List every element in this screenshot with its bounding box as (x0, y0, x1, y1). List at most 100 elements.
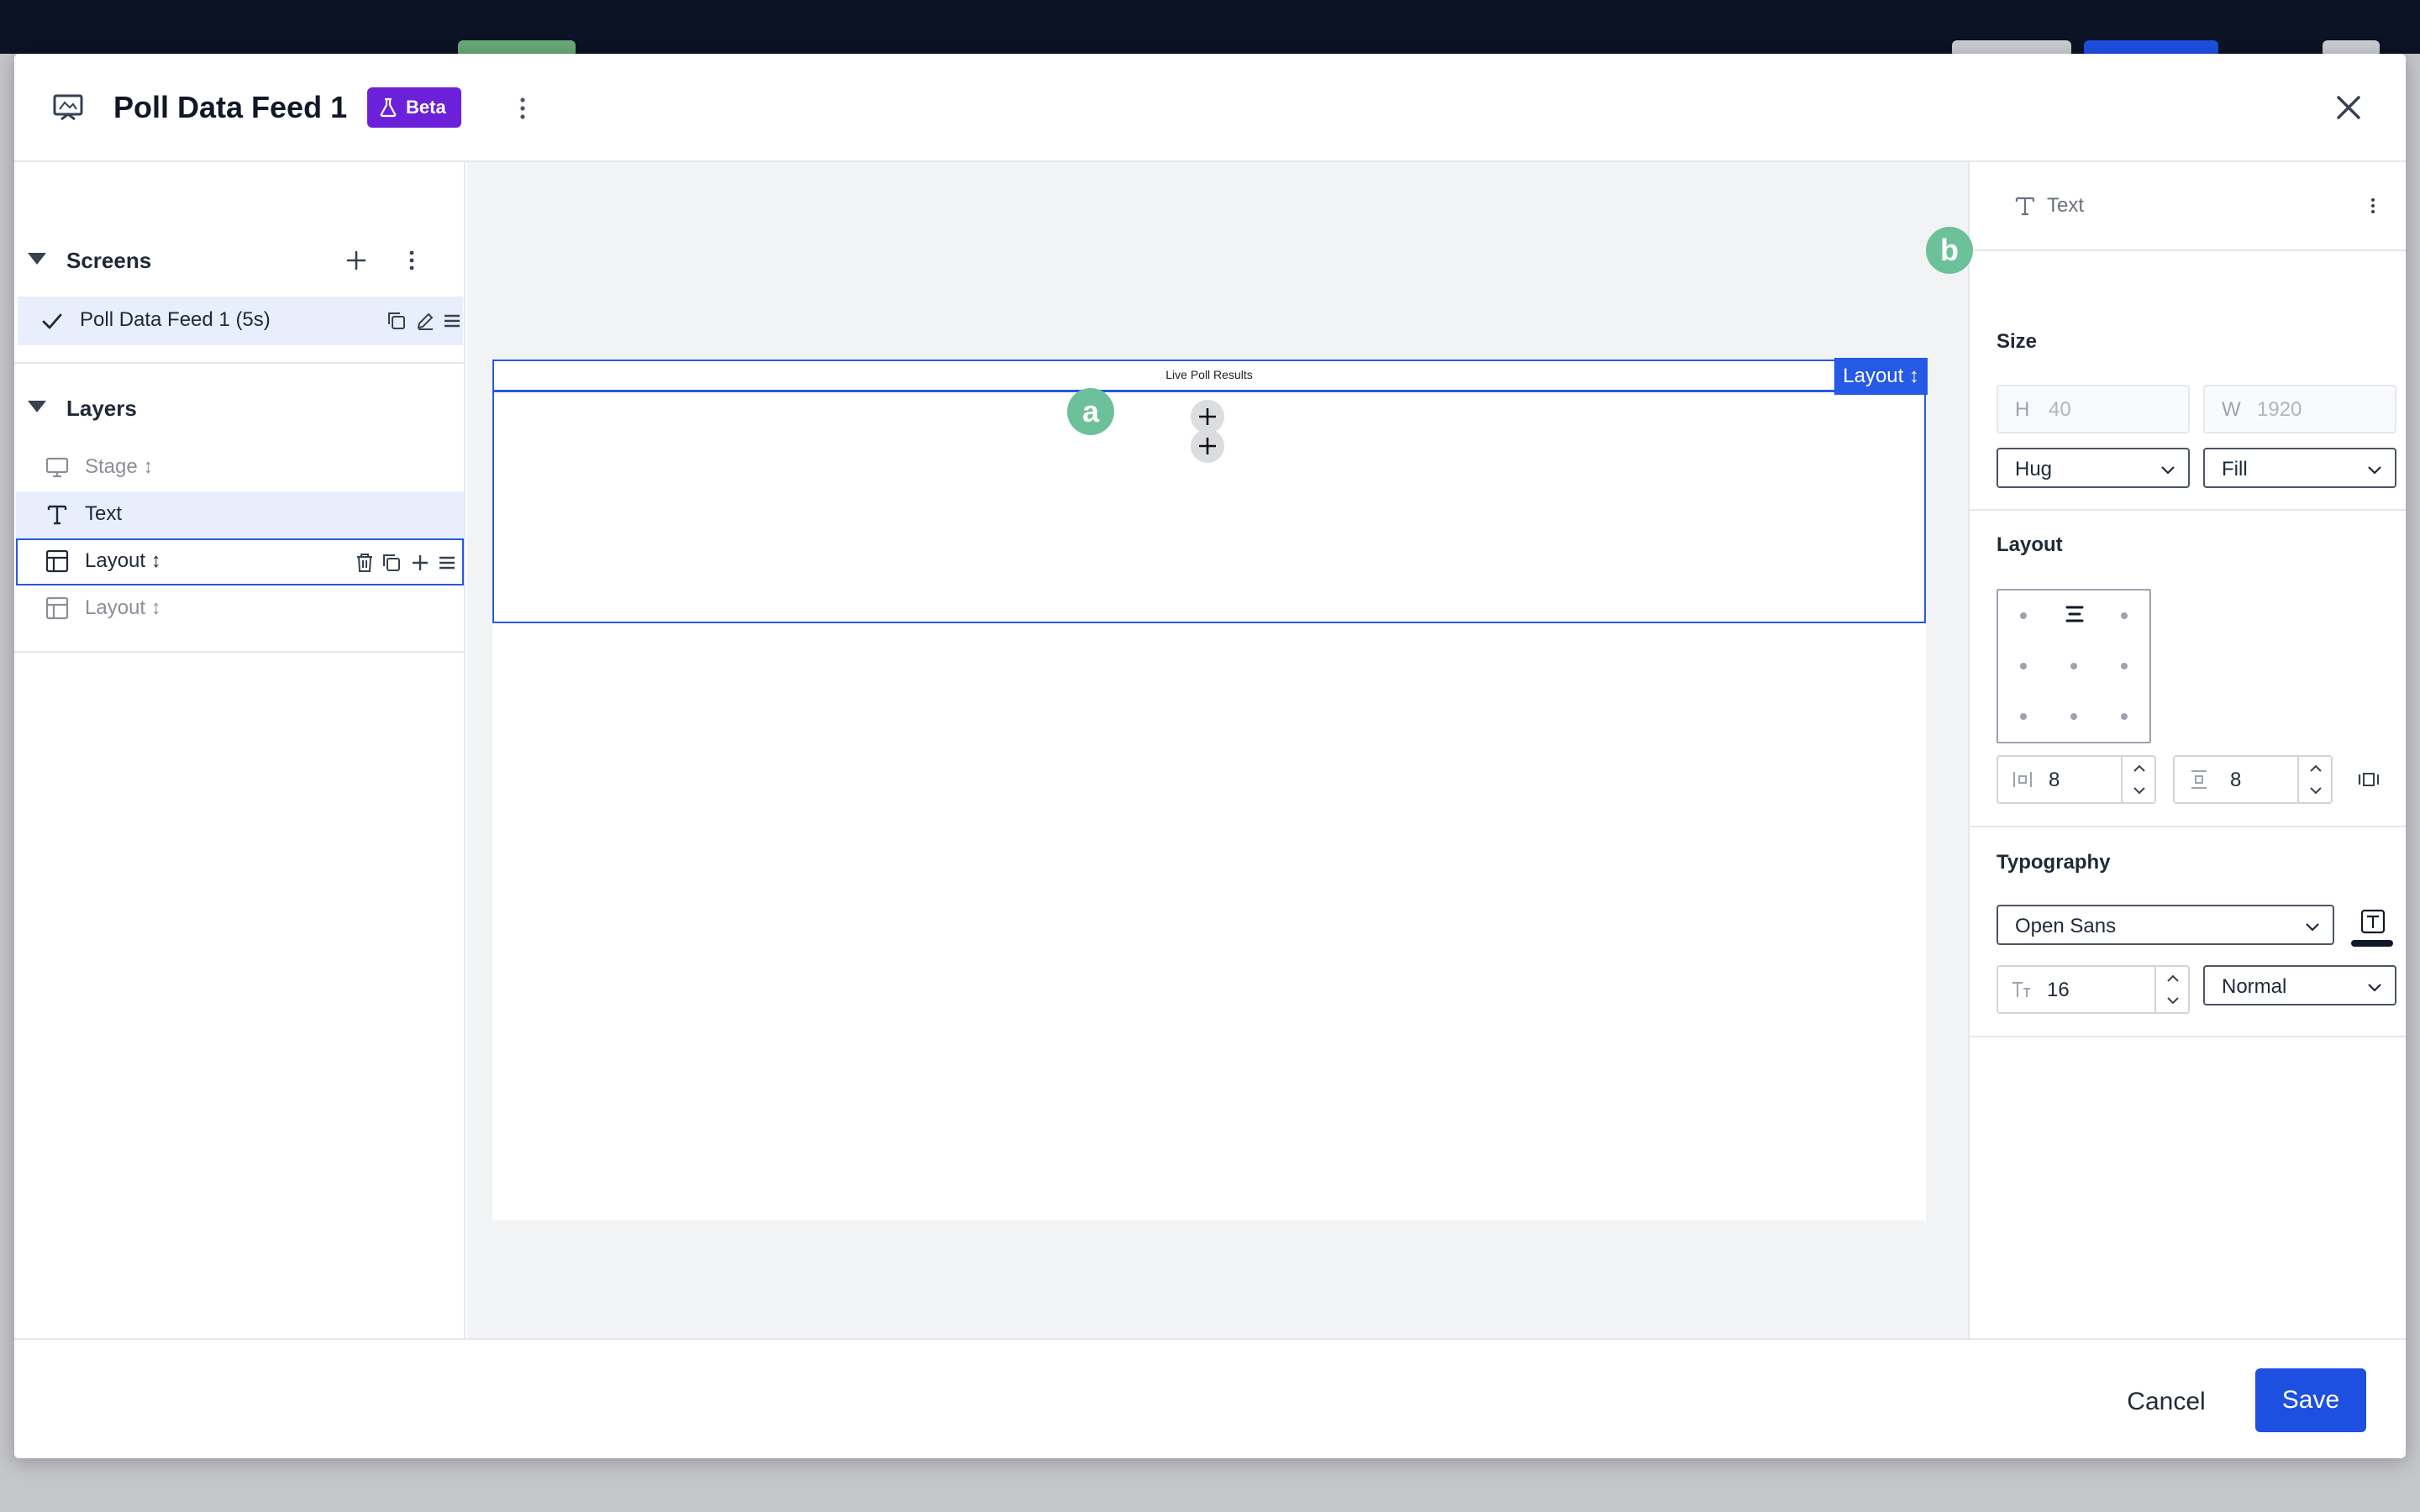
section-divider (1970, 1036, 2406, 1037)
section-divider (1970, 826, 2406, 827)
selected-layout-frame[interactable]: Live Poll Results Layout ↕ (492, 358, 1928, 623)
stepper[interactable] (2297, 757, 2331, 802)
align-dot[interactable] (2070, 663, 2077, 669)
layer-item-stage[interactable]: Stage ↕ (16, 444, 464, 491)
size-title: Size (1996, 330, 2038, 353)
gap-horizontal-value: 8 (2049, 769, 2060, 791)
stepper[interactable] (2121, 757, 2154, 802)
layer-item-layout[interactable]: Layout ↕ (16, 585, 464, 633)
close-icon[interactable] (2332, 91, 2365, 124)
properties-panel: Text Size H 40 W 1920 Hug Fill Layout 8 … (1968, 162, 2406, 1338)
cancel-button[interactable]: Cancel (2112, 1370, 2221, 1434)
gap-vertical-value: 8 (2230, 769, 2242, 791)
screen-item-label: Poll Data Feed 1 (5s) (80, 308, 271, 331)
layer-item-layout-selected[interactable]: Layout ↕ (16, 538, 464, 585)
layer-item-label: Text (85, 502, 123, 525)
align-dot[interactable] (2020, 663, 2027, 669)
font-family-select[interactable]: Open Sans (1996, 905, 2334, 945)
align-top-center-icon[interactable] (2062, 602, 2087, 627)
edit-icon[interactable] (414, 310, 436, 332)
font-size-value: 16 (2047, 979, 2070, 1001)
more-options-icon[interactable] (508, 94, 537, 123)
align-dot[interactable] (2121, 663, 2128, 669)
left-panel: Screens Poll Data Feed 1 (5s) Layers Sta… (14, 162, 466, 1338)
align-dot[interactable] (2121, 713, 2128, 720)
gap-vertical-field[interactable]: 8 (2173, 755, 2333, 804)
insert-above-icon[interactable] (1191, 400, 1224, 433)
height-mode-value: Hug (2015, 458, 2053, 480)
drag-handle-icon[interactable] (441, 310, 463, 332)
chevron-down-icon[interactable] (2309, 785, 2323, 795)
layout-icon (45, 549, 69, 573)
editor-canvas[interactable]: Live Poll Results Layout ↕ a (467, 162, 1968, 1338)
chevron-down-icon (2368, 466, 2381, 475)
chevron-up-icon[interactable] (2133, 764, 2146, 774)
layer-item-label: Layout ↕ (85, 596, 161, 619)
chevron-down-icon (2306, 923, 2319, 932)
font-size-field[interactable]: 16 (1996, 965, 2190, 1014)
flask-icon (380, 97, 397, 118)
collapse-caret-icon[interactable] (28, 253, 46, 265)
insert-below-icon[interactable] (1191, 429, 1224, 463)
section-divider (1970, 509, 2406, 511)
duplicate-icon[interactable] (386, 310, 408, 332)
add-child-icon[interactable] (409, 552, 431, 574)
screens-title: Screens (66, 248, 152, 273)
layers-title: Layers (66, 396, 137, 421)
font-size-icon (2012, 982, 2030, 997)
alignment-grid[interactable] (1996, 589, 2151, 743)
horizontal-gap-icon (2013, 772, 2032, 787)
section-divider (14, 651, 466, 653)
chevron-down-icon[interactable] (2166, 995, 2180, 1005)
width-value: 1920 (2257, 398, 2302, 421)
screens-more-icon[interactable] (399, 248, 424, 273)
width-field: W 1920 (2203, 385, 2396, 433)
drag-handle-icon[interactable] (436, 552, 458, 574)
chevron-down-icon (2368, 984, 2381, 992)
layer-item-text[interactable]: Text (16, 491, 464, 538)
width-mode-select[interactable]: Fill (2203, 448, 2396, 488)
text-icon (47, 505, 67, 525)
layout-tag[interactable]: Layout ↕ (1834, 358, 1928, 395)
beta-badge: Beta (367, 87, 461, 128)
monitor-icon (45, 457, 69, 478)
chevron-down-icon[interactable] (2133, 785, 2146, 795)
layout-title: Layout (1996, 533, 2063, 556)
screens-section-header[interactable]: Screens (14, 238, 466, 285)
align-dot[interactable] (2121, 612, 2128, 619)
collapse-caret-icon[interactable] (28, 401, 46, 412)
gap-horizontal-field[interactable]: 8 (1996, 755, 2156, 804)
stepper[interactable] (2154, 967, 2188, 1012)
text-color-icon[interactable] (2360, 908, 2386, 935)
typography-title: Typography (1996, 851, 2111, 874)
background-app-bar (0, 0, 2420, 57)
annotation-marker-a: a (1067, 388, 1114, 435)
text-icon (2015, 197, 2035, 216)
layout-icon (45, 596, 69, 620)
text-color-swatch[interactable] (2351, 940, 2393, 947)
layer-item-label: Layout ↕ (85, 549, 161, 572)
add-screen-icon[interactable] (344, 248, 369, 273)
padding-toggle-icon[interactable] (2356, 767, 2381, 792)
font-weight-select[interactable]: Normal (2203, 965, 2396, 1005)
height-mode-select[interactable]: Hug (1996, 448, 2190, 488)
duplicate-icon[interactable] (381, 552, 402, 574)
screen-item[interactable]: Poll Data Feed 1 (5s) (18, 297, 463, 345)
align-dot[interactable] (2020, 612, 2027, 619)
properties-header: Text (1970, 162, 2406, 251)
height-field: H 40 (1996, 385, 2190, 433)
height-prefix: H (2015, 398, 2030, 421)
height-value: 40 (2049, 398, 2071, 421)
align-dot[interactable] (2070, 713, 2077, 720)
align-dot[interactable] (2020, 713, 2027, 720)
annotation-marker-b: b (1926, 227, 1973, 274)
properties-more-icon[interactable] (2363, 196, 2383, 216)
text-element[interactable]: Live Poll Results (494, 361, 1924, 392)
save-button[interactable]: Save (2255, 1368, 2366, 1432)
modal-title: Poll Data Feed 1 (113, 90, 348, 124)
delete-icon[interactable] (354, 552, 376, 574)
text-element-content: Live Poll Results (1165, 368, 1253, 381)
chevron-up-icon[interactable] (2309, 764, 2323, 774)
chevron-up-icon[interactable] (2166, 974, 2180, 984)
layers-section-header[interactable]: Layers (14, 386, 466, 433)
